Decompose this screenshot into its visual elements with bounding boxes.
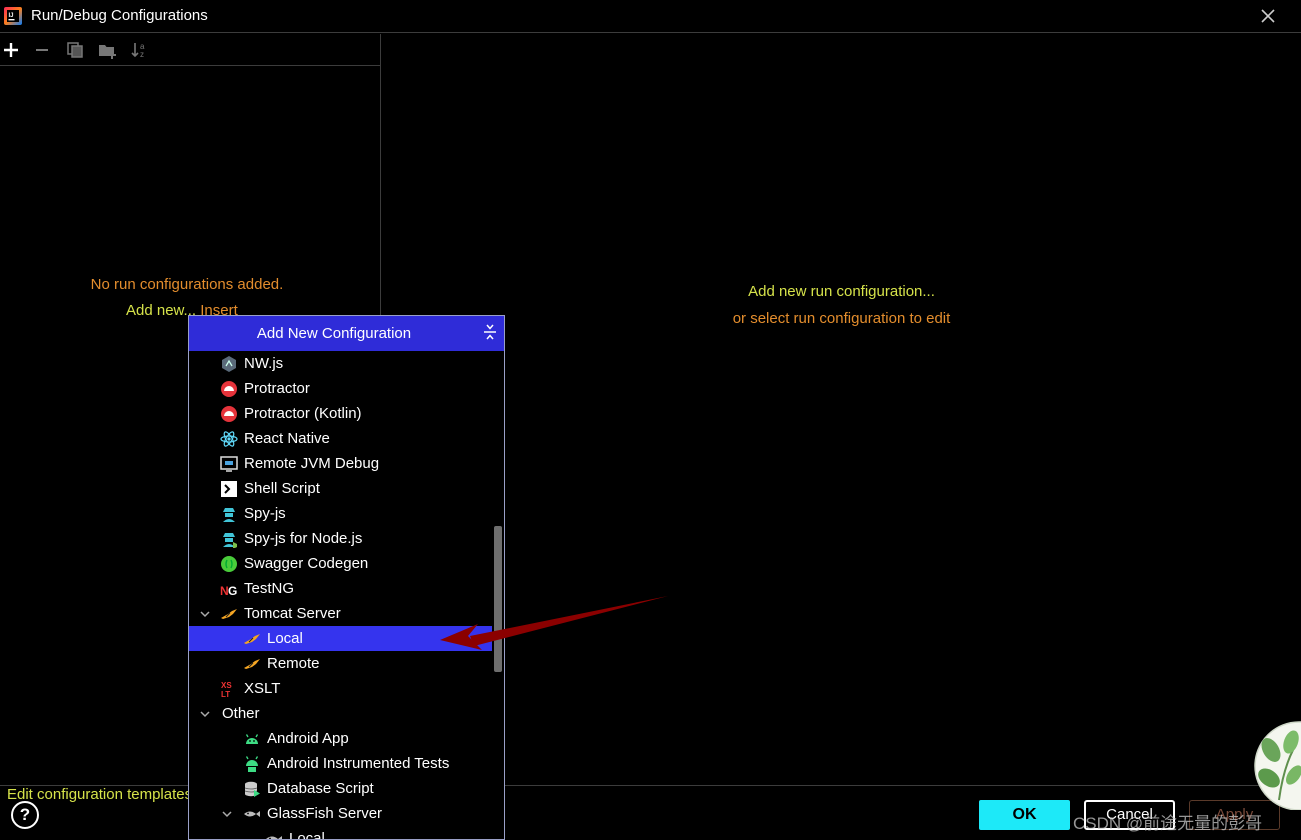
sort-icon[interactable]: a z (130, 40, 150, 60)
collapse-all-icon[interactable] (482, 323, 498, 341)
shell-script-icon (221, 481, 237, 497)
spy-js-node-icon (223, 533, 237, 548)
list-item-protractor[interactable]: Protractor (189, 376, 492, 401)
list-item-label: Database Script (267, 780, 374, 797)
android-test-icon (245, 756, 259, 772)
list-item-label: Protractor (244, 380, 310, 397)
list-item-label: XSLT (244, 680, 281, 697)
svg-text:XS: XS (221, 681, 232, 690)
list-item-testng[interactable]: N G TestNG (189, 576, 492, 601)
protractor-icon (221, 381, 237, 397)
close-icon[interactable] (1258, 6, 1278, 26)
add-new-run-configuration-link[interactable]: Add new run configuration... (382, 283, 1301, 300)
list-item-label: Spy-js for Node.js (244, 530, 363, 547)
intellij-app-icon: IJ (4, 7, 22, 25)
no-configurations-message: No run configurations added. (90, 276, 284, 293)
chevron-down-icon[interactable] (199, 608, 211, 620)
list-item-android-app[interactable]: Android App (189, 726, 492, 751)
svg-text:IJ: IJ (9, 13, 14, 19)
folder-add-icon[interactable] (97, 40, 117, 60)
list-item-react-native[interactable]: React Native (189, 426, 492, 451)
popup-header: Add New Configuration (189, 316, 504, 351)
add-icon[interactable] (1, 40, 21, 60)
remove-icon[interactable] (32, 40, 52, 60)
list-item-shell-script[interactable]: Shell Script (189, 476, 492, 501)
nwjs-icon (222, 356, 236, 372)
list-item-tomcat-local[interactable]: Local (189, 626, 492, 651)
list-item-label: Local (289, 830, 325, 840)
popup-scrollbar[interactable] (494, 526, 502, 672)
database-script-icon (244, 781, 260, 797)
add-new-link[interactable]: Add new... (126, 302, 196, 319)
ok-button[interactable]: OK (979, 800, 1070, 830)
select-configuration-hint: or select run configuration to edit (732, 310, 951, 327)
list-item-swagger-codegen[interactable]: Swagger Codegen (189, 551, 492, 576)
list-item-protractor-kotlin[interactable]: Protractor (Kotlin) (189, 401, 492, 426)
react-icon (220, 431, 238, 447)
list-item-xslt[interactable]: XS LT XSLT (189, 676, 492, 701)
spy-js-icon (223, 508, 235, 522)
list-item-label: React Native (244, 430, 330, 447)
plant-sticker-icon (1254, 721, 1301, 810)
tomcat-icon (244, 634, 260, 644)
remote-debug-icon (220, 456, 238, 472)
list-item-spy-js[interactable]: Spy-js (189, 501, 492, 526)
svg-text:z: z (140, 50, 144, 59)
list-item-nwjs[interactable]: NW.js (189, 351, 492, 376)
list-item-label: NW.js (244, 355, 284, 372)
list-item-label: TestNG (244, 580, 295, 597)
list-item-spy-js-node[interactable]: Spy-js for Node.js (189, 526, 492, 551)
tomcat-icon (221, 609, 237, 619)
list-item-glassfish-server[interactable]: GlassFish Server (189, 801, 492, 826)
xslt-icon: XS LT (221, 681, 232, 698)
list-item-database-script[interactable]: Database Script (189, 776, 492, 801)
help-button[interactable]: ? (11, 801, 39, 829)
edit-configuration-templates-link[interactable]: Edit configuration templates... (7, 786, 189, 803)
list-item-label: Remote JVM Debug (244, 455, 380, 472)
glassfish-icon (266, 836, 282, 839)
list-item-label: Remote (267, 655, 320, 672)
list-item-label: Protractor (Kotlin) (244, 405, 362, 422)
list-item-label: Shell Script (244, 480, 320, 497)
list-item-tomcat-remote[interactable]: Remote (189, 651, 492, 676)
list-item-android-instrumented-tests[interactable]: Android Instrumented Tests (189, 751, 492, 776)
testng-icon: N G (220, 584, 237, 598)
chevron-down-icon[interactable] (221, 808, 233, 820)
android-icon (245, 734, 259, 744)
tree-toolbar: a z (0, 34, 381, 66)
swagger-icon (221, 556, 237, 572)
list-item-label: Local (267, 630, 303, 647)
list-item-label: Spy-js (244, 505, 286, 522)
tomcat-icon (244, 659, 260, 669)
add-new-configuration-popup: Add New Configuration NW.js Protractor P… (188, 315, 505, 840)
list-item-other-group[interactable]: Other (189, 701, 492, 726)
protractor-icon (221, 406, 237, 422)
copy-icon[interactable] (65, 40, 85, 60)
list-item-label: Android Instrumented Tests (267, 755, 450, 772)
list-item-label: Other (222, 705, 260, 722)
title-bar: IJ Run/Debug Configurations (0, 0, 1301, 33)
list-item-tomcat-server[interactable]: Tomcat Server (189, 601, 492, 626)
list-item-remote-jvm-debug[interactable]: Remote JVM Debug (189, 451, 492, 476)
svg-text:G: G (228, 584, 237, 598)
list-item-label: Swagger Codegen (244, 555, 369, 572)
list-item-label: Android App (267, 730, 349, 747)
glassfish-icon (244, 811, 260, 817)
list-item-glassfish-local[interactable]: Local (189, 826, 492, 840)
watermark-text: CSDN @前途无量的彭哥 (1073, 814, 1263, 833)
svg-text:LT: LT (221, 690, 230, 698)
popup-title: Add New Configuration (256, 325, 412, 342)
window-title: Run/Debug Configurations (31, 7, 208, 24)
chevron-down-icon[interactable] (199, 708, 211, 720)
list-item-label: GlassFish Server (267, 805, 383, 822)
list-item-label: Tomcat Server (244, 605, 341, 622)
